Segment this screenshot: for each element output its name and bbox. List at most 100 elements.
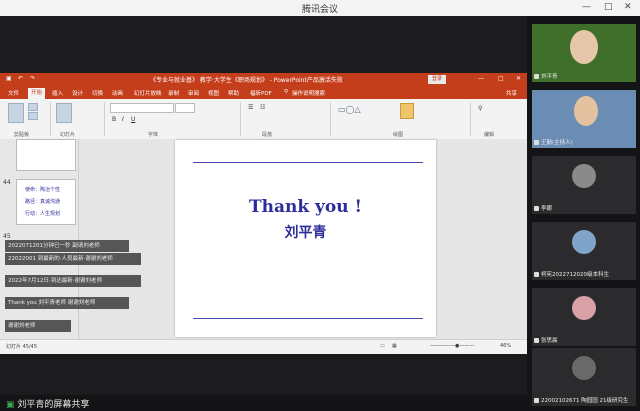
window-title: 腾讯会议 — [301, 5, 338, 15]
font-size-select[interactable] — [175, 103, 195, 113]
divider — [470, 102, 471, 136]
search-icon[interactable]: ⚲ — [284, 89, 288, 95]
participant-tile[interactable]: 22002102671 陶园园 21级研究生 — [532, 348, 636, 406]
mic-icon — [534, 140, 539, 145]
normal-view-icon[interactable]: ▭ — [380, 343, 385, 349]
mic-icon — [534, 338, 539, 343]
participant-video — [574, 96, 598, 126]
group-paragraph: 段落 — [262, 132, 273, 138]
slide-number: 44 — [3, 179, 11, 186]
arrange-icon[interactable] — [400, 103, 414, 119]
login-button[interactable]: 登录 — [428, 75, 446, 84]
bold-icon[interactable]: B — [112, 116, 116, 123]
chat-message: 谢谢刘老师 — [5, 320, 71, 332]
divider — [240, 102, 241, 136]
save-icon[interactable]: ▣ — [6, 75, 12, 82]
participant-tile[interactable]: 张思晨 — [532, 288, 636, 346]
slide-thumbnail[interactable]: 使命：陶冶个性 路径：真诚沟通 行动：人生规划 — [16, 179, 76, 225]
slide-thanks-text: Thank you ! — [248, 197, 363, 217]
ribbon: 剪贴板 幻灯片 B I U 字体 ☰ ☷ 段落 ▭◯△ 绘图 ⚲ 编辑 — [0, 99, 527, 140]
window-titlebar: 腾讯会议 — □ ✕ — [0, 0, 640, 17]
group-drawing: 绘图 — [393, 132, 404, 138]
tab-record[interactable]: 录制 — [168, 89, 179, 97]
tab-view[interactable]: 视图 — [208, 89, 219, 97]
ppt-titlebar: ▣ ↶ ↷ 《专业与就业基》 教学·大学生《职场规划》 - PowerPoint… — [0, 73, 527, 87]
avatar — [572, 296, 596, 320]
font-name-select[interactable] — [110, 103, 174, 113]
tab-review[interactable]: 审阅 — [188, 89, 199, 97]
shapes-icon[interactable]: ▭◯△ — [338, 105, 361, 114]
thumb-line: 行动：人生规划 — [25, 211, 61, 217]
find-icon[interactable]: ⚲ — [478, 105, 482, 112]
group-font: 字体 — [148, 132, 159, 138]
numbering-icon[interactable]: ☷ — [260, 104, 265, 111]
maximize-icon[interactable]: □ — [498, 75, 504, 82]
participant-name: 王勤(主持人) — [534, 138, 573, 146]
avatar — [572, 164, 596, 188]
thumb-line: 路径：真诚沟通 — [25, 199, 61, 205]
slide-thumbnail-pane: 44 使命：陶冶个性 路径：真诚沟通 行动：人生规划 45 — [0, 139, 79, 339]
new-slide-icon[interactable] — [56, 103, 72, 123]
participant-tile[interactable]: 王勤(主持人) — [532, 90, 636, 148]
participant-video — [570, 30, 598, 64]
chat-message: 22022001 到最新的·人员最新·谢谢刘老师 — [5, 253, 141, 265]
close-icon[interactable]: ✕ — [624, 2, 632, 12]
bullets-icon[interactable]: ☰ — [248, 104, 253, 111]
avatar — [572, 356, 596, 380]
tab-slideshow[interactable]: 幻灯片放映 — [134, 89, 162, 97]
group-clipboard: 剪贴板 — [14, 132, 30, 138]
avatar — [572, 230, 596, 254]
mic-icon — [534, 272, 539, 277]
ribbon-tabs: 文件 开始 插入 设计 切换 动画 幻灯片放映 录制 审阅 视图 帮助 福昕PD… — [0, 87, 527, 99]
thumb-line: 使命：陶冶个性 — [25, 187, 61, 193]
divider — [104, 102, 105, 136]
tab-transitions[interactable]: 切换 — [92, 89, 103, 97]
screen-share-indicator: ▣ 刘平青的屏幕共享 — [6, 400, 90, 410]
slide-bottom-rule — [193, 318, 423, 319]
cut-icon[interactable] — [28, 103, 38, 111]
copy-icon[interactable] — [28, 112, 38, 120]
divider — [50, 102, 51, 136]
redo-icon[interactable]: ↷ — [30, 75, 35, 82]
tab-design[interactable]: 设计 — [72, 89, 83, 97]
participant-tile[interactable]: 柯宪2022712020级本科生 — [532, 222, 636, 280]
participant-tile[interactable]: 李娜 — [532, 156, 636, 214]
tab-file[interactable]: 文件 — [8, 89, 19, 97]
maximize-icon[interactable]: □ — [604, 2, 613, 12]
slide-presenter-name: 刘平青 — [284, 225, 327, 241]
tab-help[interactable]: 帮助 — [228, 89, 239, 97]
italic-icon[interactable]: I — [122, 116, 124, 123]
zoom-slider[interactable]: —————●——— — [430, 343, 474, 349]
tab-animations[interactable]: 动画 — [112, 89, 123, 97]
participant-name: 李娜 — [534, 204, 552, 212]
participant-name: 柯宪2022712020级本科生 — [534, 270, 609, 278]
current-slide[interactable]: Thank you ! 刘平青 — [175, 140, 436, 337]
participant-tile[interactable]: 刘平青 — [532, 24, 636, 82]
group-slides: 幻灯片 — [60, 132, 76, 138]
participant-name: 张思晨 — [534, 336, 558, 344]
mic-icon — [534, 74, 539, 79]
chat-message: 2022年7月12日·到达最新·谢谢刘老师 — [5, 275, 141, 287]
meeting-bottom-bar: ▣ 刘平青的屏幕共享 — [0, 395, 527, 411]
tab-insert[interactable]: 插入 — [52, 89, 63, 97]
close-icon[interactable]: ✕ — [516, 75, 521, 82]
sorter-view-icon[interactable]: ▦ — [392, 343, 397, 349]
slide-counter: 幻灯片 45/45 — [6, 344, 37, 350]
undo-icon[interactable]: ↶ — [18, 75, 23, 82]
share-button[interactable]: 共享 — [506, 89, 517, 97]
tab-home[interactable]: 开始 — [28, 88, 46, 99]
slide-number: 45 — [3, 233, 11, 240]
tab-foxit-pdf[interactable]: 福昕PDF — [250, 89, 272, 97]
group-editing: 编辑 — [484, 132, 495, 138]
slide-top-rule — [193, 162, 423, 163]
minimize-icon[interactable]: — — [582, 2, 591, 12]
slide-thumbnail[interactable] — [16, 139, 76, 171]
share-icon: ▣ — [6, 400, 18, 410]
minimize-icon[interactable]: — — [478, 75, 484, 82]
divider — [330, 102, 331, 136]
underline-icon[interactable]: U — [131, 116, 135, 123]
ppt-title: 《专业与就业基》 教学·大学生《职场规划》 - PowerPoint产品激活失败 — [150, 77, 343, 84]
tell-me-search[interactable]: 操作说明搜索 — [292, 89, 325, 97]
paste-icon[interactable] — [8, 103, 24, 123]
mic-icon — [534, 398, 539, 403]
